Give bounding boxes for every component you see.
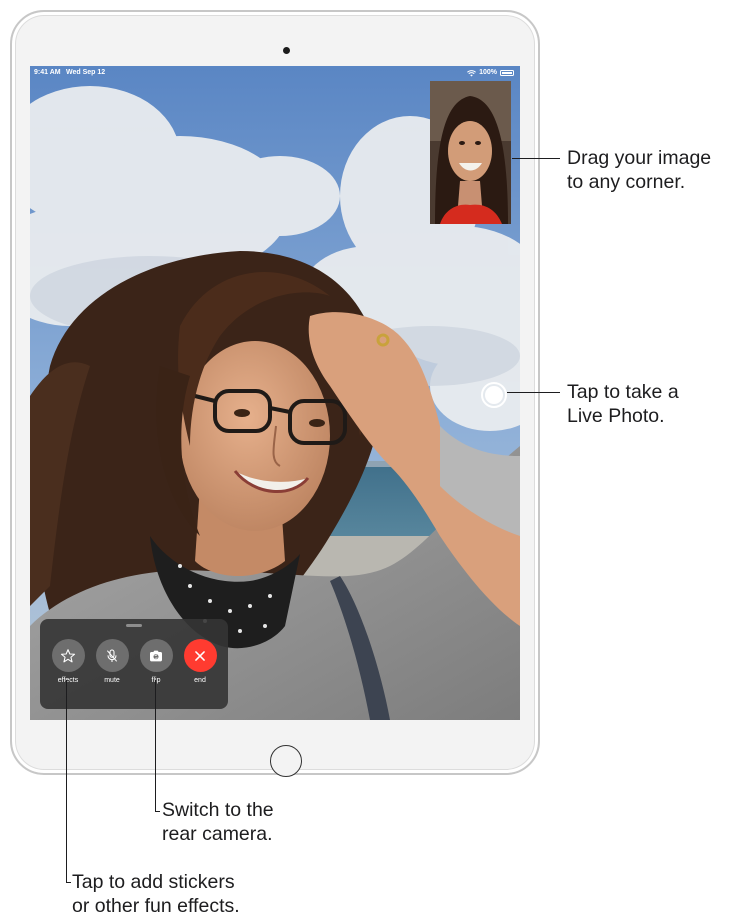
mute-button[interactable]: mute bbox=[90, 639, 134, 685]
callout-live-photo: Tap to take a Live Photo. bbox=[567, 380, 679, 428]
mute-button-circle[interactable] bbox=[95, 639, 129, 672]
callout-text: Tap to add stickers bbox=[72, 871, 235, 893]
live-photo-shutter-icon bbox=[485, 386, 503, 404]
effects-button-circle[interactable] bbox=[51, 639, 85, 672]
callout-leader-effects-tick bbox=[66, 882, 71, 884]
callout-effects: Tap to add stickers or other fun effects… bbox=[72, 870, 240, 918]
callout-text: to any corner. bbox=[567, 171, 686, 193]
callout-leader-effects bbox=[66, 680, 68, 883]
flip-button-circle[interactable] bbox=[139, 639, 173, 672]
mute-label: mute bbox=[104, 677, 120, 684]
status-time: 9:41 AM bbox=[34, 69, 61, 76]
call-controls-panel: effects mute f bbox=[40, 619, 228, 709]
panel-grabber-handle[interactable] bbox=[126, 624, 142, 627]
callout-leader-live-photo bbox=[507, 392, 560, 394]
star-icon bbox=[60, 648, 76, 662]
callout-text: Drag your image bbox=[567, 147, 712, 169]
mic-slash-icon bbox=[106, 648, 118, 662]
effects-button[interactable]: effects bbox=[46, 639, 90, 685]
end-call-button[interactable]: end bbox=[178, 639, 222, 685]
flip-button[interactable]: flip bbox=[134, 639, 178, 685]
callout-leader-drag bbox=[512, 158, 560, 160]
end-call-button-circle[interactable] bbox=[183, 639, 217, 672]
callout-leader-flip bbox=[155, 680, 157, 812]
live-photo-button[interactable] bbox=[481, 382, 507, 408]
effects-label: effects bbox=[57, 677, 79, 684]
callout-text: rear camera. bbox=[162, 823, 273, 845]
close-icon bbox=[195, 650, 205, 661]
self-view-tile[interactable] bbox=[430, 81, 511, 224]
status-date: Wed Sep 12 bbox=[66, 69, 106, 76]
callout-text: Live Photo. bbox=[567, 405, 665, 427]
camera-flip-icon bbox=[150, 650, 162, 661]
front-camera bbox=[283, 47, 290, 54]
callout-drag-image: Drag your image to any corner. bbox=[567, 146, 711, 194]
callout-text: Switch to the bbox=[162, 799, 274, 821]
callout-text: or other fun effects. bbox=[72, 895, 240, 917]
callout-leader-flip-tick bbox=[155, 811, 160, 813]
home-button[interactable] bbox=[270, 745, 302, 777]
battery-percentage: 100% bbox=[479, 69, 497, 76]
callout-flip-camera: Switch to the rear camera. bbox=[162, 798, 274, 846]
status-right-group: 100% bbox=[467, 66, 514, 80]
callout-text: Tap to take a bbox=[567, 381, 679, 403]
wifi-icon bbox=[467, 69, 477, 76]
battery-fill bbox=[502, 72, 512, 74]
end-label: end bbox=[194, 677, 206, 684]
facetime-call-screen: 9:41 AM Wed Sep 12 100% effects mute end bbox=[30, 66, 520, 720]
battery-icon bbox=[500, 70, 514, 76]
status-bar: 9:41 AM Wed Sep 12 100% bbox=[30, 66, 520, 80]
